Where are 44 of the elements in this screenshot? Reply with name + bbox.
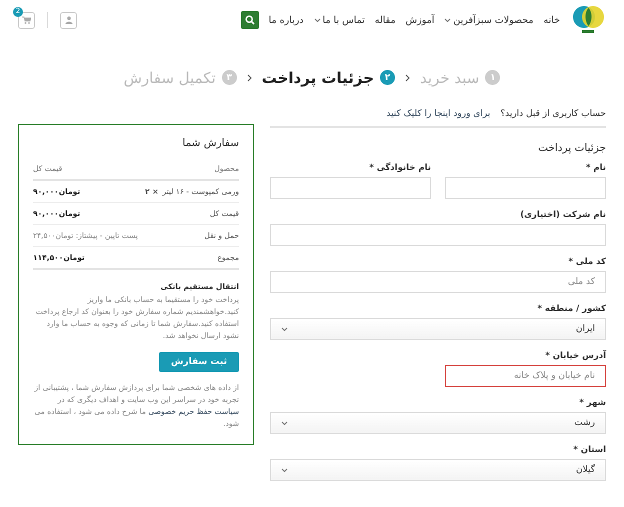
menu-item[interactable]: تماس با ما xyxy=(314,14,365,26)
field-label: نام خانوادگی * xyxy=(368,163,431,173)
section-title: جزئیات پرداخت xyxy=(537,142,606,154)
input-field[interactable]: کد ملی xyxy=(270,271,606,293)
cart-icon xyxy=(22,16,31,24)
account-button[interactable] xyxy=(60,12,77,28)
menu-item[interactable]: خانه xyxy=(543,14,560,26)
select-field[interactable]: گیلان xyxy=(270,459,606,481)
login-prompt: حساب کاربری از قبل دارید؟ xyxy=(500,109,606,119)
field-label: کد ملی * xyxy=(567,257,606,267)
select-field[interactable]: رشت xyxy=(270,412,606,434)
step-label: سبد خرید xyxy=(420,68,480,86)
chevron-right-icon xyxy=(405,74,410,82)
chevron-down-icon xyxy=(281,326,288,332)
chevron-down-icon xyxy=(281,420,288,426)
chevron-down-icon xyxy=(444,18,452,22)
user-icon xyxy=(64,16,72,24)
input-field[interactable]: نام خیابان و پلاک خانه xyxy=(445,365,606,387)
cart-button[interactable] xyxy=(18,12,35,28)
field-label: کشور / منطقه * xyxy=(536,304,606,314)
chevron-down-icon xyxy=(281,468,288,472)
input-field[interactable] xyxy=(270,224,606,246)
panel-title: سفارش شما xyxy=(181,137,239,149)
field-label: آدرس خیابان * xyxy=(544,351,606,361)
chevron-down-icon xyxy=(314,18,321,22)
step-label: تکمیل سفارش xyxy=(124,68,216,86)
menu-item[interactable]: محصولات سبزآفرین xyxy=(444,14,534,26)
menu-item[interactable]: آموزش xyxy=(406,14,434,26)
input-field[interactable] xyxy=(445,177,606,199)
search-icon xyxy=(244,15,255,25)
logo-icon[interactable] xyxy=(570,4,606,36)
field-label: نام شرکت (اختیاری) xyxy=(519,210,606,220)
chevron-right-icon xyxy=(246,74,252,82)
select-field[interactable]: ایران xyxy=(270,318,606,340)
search-button[interactable] xyxy=(240,11,259,29)
input-field[interactable] xyxy=(270,177,431,199)
login-link[interactable]: برای ورود اینجا را کلیک کنید xyxy=(386,109,490,119)
field-label: استان * xyxy=(572,445,606,455)
field-label: شهر * xyxy=(578,398,606,408)
step-number: ۲ xyxy=(380,70,396,85)
menu-item[interactable]: مقاله xyxy=(374,14,396,26)
step-label: جزئیات پرداخت xyxy=(262,68,374,86)
field-label: نام * xyxy=(584,163,606,173)
menu-item[interactable]: درباره ما xyxy=(268,14,304,26)
